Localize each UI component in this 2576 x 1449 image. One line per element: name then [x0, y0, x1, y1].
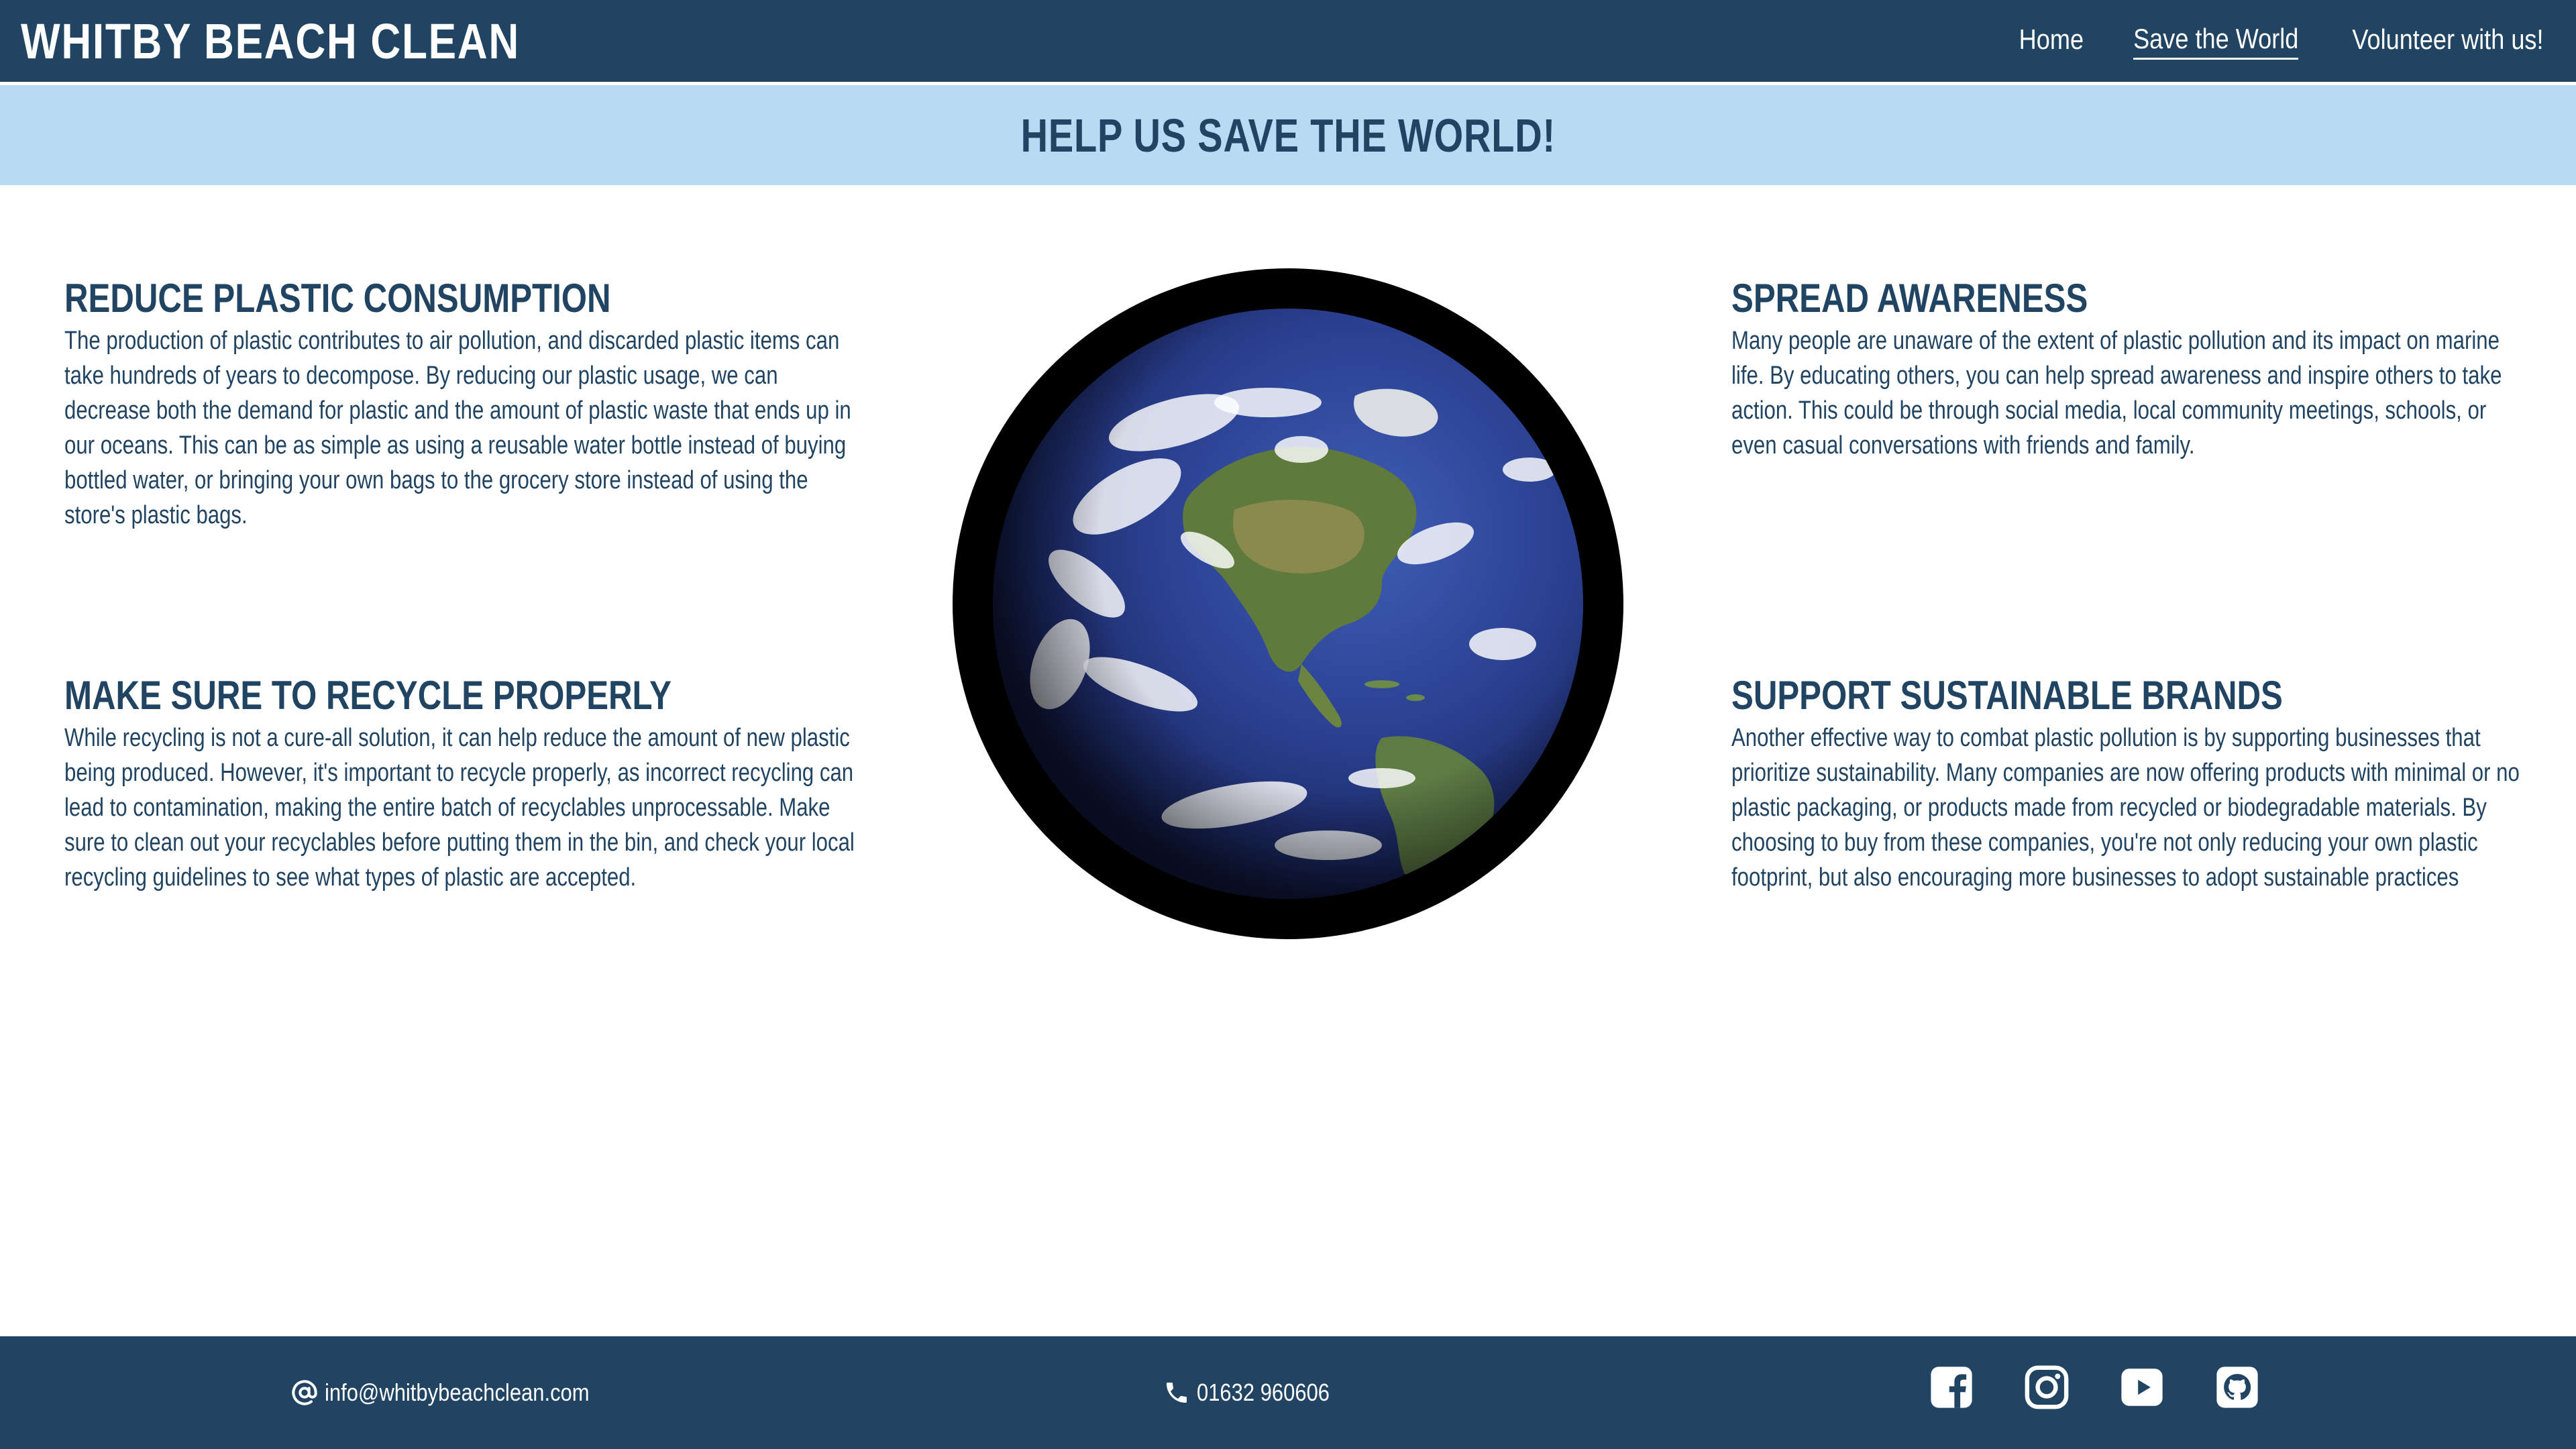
section-heading: SPREAD AWARENESS: [1731, 276, 2088, 321]
section-body: Another effective way to combat plastic …: [1731, 724, 2520, 892]
phone-text: 01632 960606: [1197, 1379, 1330, 1406]
nav-save-the-world[interactable]: Save the World: [2133, 23, 2299, 60]
github-icon[interactable]: [2214, 1364, 2261, 1411]
hero-banner: HELP US SAVE THE WORLD!: [0, 85, 2576, 185]
facebook-icon[interactable]: [1928, 1364, 1975, 1411]
hero-title: HELP US SAVE THE WORLD!: [1020, 109, 1556, 162]
earth-globe-image: [953, 268, 1623, 939]
social-links: [1928, 1364, 2261, 1411]
section-body: While recycling is not a cure-all soluti…: [64, 724, 855, 892]
youtube-icon[interactable]: [2118, 1364, 2165, 1411]
section-body: Many people are unaware of the extent of…: [1731, 327, 2502, 460]
footer-phone[interactable]: 01632 960606: [1163, 1336, 1351, 1449]
email-text: info@whitbybeachclean.com: [325, 1379, 590, 1406]
footer-email[interactable]: info@whitbybeachclean.com: [291, 1336, 633, 1449]
at-sign-icon: [292, 1380, 317, 1405]
section-body: The production of plastic contributes to…: [64, 327, 851, 529]
section-reduce-plastic: REDUCE PLASTIC CONSUMPTION The productio…: [64, 275, 856, 533]
section-heading: MAKE SURE TO RECYCLE PROPERLY: [64, 673, 672, 718]
page: WHITBY BEACH CLEAN Home Save the World V…: [0, 0, 2576, 1449]
section-spread-awareness: SPREAD AWARENESS Many people are unaware…: [1731, 275, 2523, 463]
nav-home[interactable]: Home: [2019, 23, 2084, 58]
site-header: WHITBY BEACH CLEAN Home Save the World V…: [0, 0, 2576, 82]
main-nav: Home Save the World Volunteer with us!: [2008, 23, 2544, 60]
section-recycle-properly: MAKE SURE TO RECYCLE PROPERLY While recy…: [64, 672, 856, 895]
section-sustainable-brands: SUPPORT SUSTAINABLE BRANDS Another effec…: [1731, 672, 2523, 895]
section-heading: REDUCE PLASTIC CONSUMPTION: [64, 276, 611, 321]
nav-volunteer[interactable]: Volunteer with us!: [2353, 23, 2544, 58]
site-title[interactable]: WHITBY BEACH CLEAN: [21, 13, 520, 70]
site-footer: info@whitbybeachclean.com 01632 960606: [0, 1336, 2576, 1449]
instagram-icon[interactable]: [2023, 1364, 2070, 1411]
phone-icon: [1167, 1383, 1187, 1403]
section-heading: SUPPORT SUSTAINABLE BRANDS: [1731, 673, 2283, 718]
